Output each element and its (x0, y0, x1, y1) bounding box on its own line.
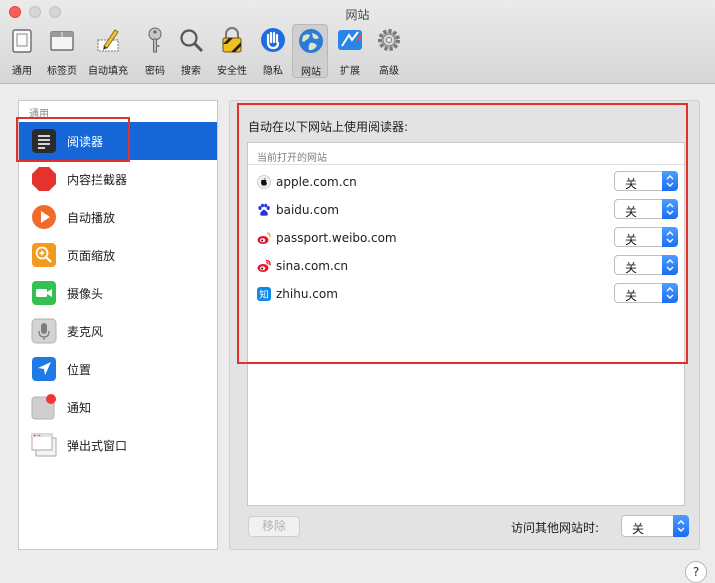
apple-icon (257, 175, 271, 189)
select-value: 关 (632, 522, 645, 536)
camera-icon (32, 281, 56, 305)
notifications-icon (31, 394, 56, 420)
sidebar-item-label: 自动播放 (67, 211, 116, 225)
sidebar-item-camera[interactable]: 摄像头 (19, 274, 217, 312)
select-value: 关 (625, 177, 638, 191)
zhihu-glyph: 知 (259, 289, 269, 301)
select-value: 关 (625, 205, 638, 219)
location-icon (32, 357, 56, 381)
select-arrows-icon (662, 227, 678, 247)
select-arrows-icon (662, 199, 678, 219)
panel-title: 自动在以下网站上使用阅读器: (248, 120, 409, 134)
remove-button[interactable]: 移除 (248, 516, 300, 537)
sidebar-item-notifications[interactable]: 通知 (19, 388, 217, 426)
sidebar-item-label: 位置 (67, 363, 92, 377)
site-domain: baidu.com (276, 203, 339, 217)
sidebar: 通用 阅读器 内容拦截器 自动播放 页面缩放 摄像头 麦克风 位置 通知 弹出式… (18, 100, 218, 550)
site-domain: zhihu.com (276, 287, 338, 301)
sidebar-item-label: 通知 (67, 401, 92, 415)
general-icon (12, 29, 32, 53)
select-arrows-icon (662, 171, 678, 191)
select-value: 关 (625, 233, 638, 247)
site-reader-select[interactable]: 关 (614, 171, 678, 191)
select-arrows-icon (662, 255, 678, 275)
tabs-icon (50, 31, 74, 51)
extensions-icon (338, 30, 362, 50)
select-arrows-icon (662, 283, 678, 303)
toolbar-tab-autofill[interactable]: 自动填充 (88, 24, 128, 78)
other-websites-select[interactable]: 关 (621, 515, 689, 537)
site-domain: apple.com.cn (276, 175, 357, 189)
site-row: 知 zhihu.com 关 (248, 280, 684, 308)
key-icon (148, 27, 162, 53)
select-value: 关 (625, 261, 638, 275)
site-reader-select[interactable]: 关 (614, 199, 678, 219)
sidebar-item-popup-windows[interactable]: 弹出式窗口 (19, 426, 217, 464)
list-header-label: 当前打开的网站 (257, 153, 327, 164)
sidebar-item-reader[interactable]: 阅读器 (19, 122, 217, 160)
select-value: 关 (625, 289, 638, 303)
toolbar-tab-tabs[interactable]: 标签页 (44, 24, 80, 78)
sidebar-item-label: 内容拦截器 (67, 173, 128, 187)
autofill-icon (97, 29, 119, 52)
reader-icon (32, 129, 56, 153)
site-row: sina.com.cn 关 (248, 252, 684, 280)
autoplay-icon (32, 205, 56, 229)
title-bar: 网站 通用 标签页 自动填充 密码 搜索 安全性 隐私 网站 扩展 高级 (0, 0, 715, 84)
site-domain: sina.com.cn (276, 259, 349, 273)
sidebar-item-label: 摄像头 (67, 287, 104, 301)
gear-icon (378, 29, 400, 51)
site-reader-select[interactable]: 关 (614, 283, 678, 303)
site-row: passport.weibo.com 关 (248, 224, 684, 252)
search-icon (180, 29, 204, 53)
toolbar-label: 高级 (379, 66, 399, 77)
sidebar-item-label: 麦克风 (67, 325, 104, 339)
site-list: 当前打开的网站 apple.com.cn 关 baidu.com 关 passp… (247, 142, 685, 506)
site-row: baidu.com 关 (248, 196, 684, 224)
site-reader-select[interactable]: 关 (614, 227, 678, 247)
sidebar-item-location[interactable]: 位置 (19, 350, 217, 388)
sidebar-item-label: 弹出式窗口 (67, 439, 128, 453)
list-section-header: 当前打开的网站 (248, 143, 684, 165)
zhihu-icon: 知 (257, 287, 271, 301)
select-arrows-icon (673, 515, 689, 537)
site-domain: passport.weibo.com (276, 231, 397, 245)
security-icon (222, 27, 242, 53)
site-reader-select[interactable]: 关 (614, 255, 678, 275)
sidebar-item-content-blockers[interactable]: 内容拦截器 (19, 160, 217, 198)
weibo-icon (257, 232, 271, 244)
page-zoom-icon (32, 243, 56, 267)
sidebar-item-autoplay[interactable]: 自动播放 (19, 198, 217, 236)
privacy-hand-icon (261, 28, 285, 52)
popup-window-icon (31, 433, 57, 457)
site-row: apple.com.cn 关 (248, 168, 684, 196)
sidebar-item-label: 页面缩放 (67, 249, 116, 263)
help-button[interactable]: ? (685, 561, 707, 583)
other-websites-label: 访问其他网站时: (511, 521, 600, 535)
microphone-icon (31, 318, 57, 344)
baidu-icon (258, 203, 270, 216)
globe-icon (299, 29, 323, 53)
toolbar-tab-advanced[interactable]: 高级 (371, 24, 407, 78)
sidebar-item-label: 阅读器 (67, 135, 104, 149)
sidebar-item-microphone[interactable]: 麦克风 (19, 312, 217, 350)
sidebar-section-header: 通用 (29, 109, 49, 120)
sidebar-item-page-zoom[interactable]: 页面缩放 (19, 236, 217, 274)
window-title: 网站 (345, 8, 370, 22)
content-blocker-icon (32, 167, 56, 191)
sina-icon (257, 259, 271, 272)
